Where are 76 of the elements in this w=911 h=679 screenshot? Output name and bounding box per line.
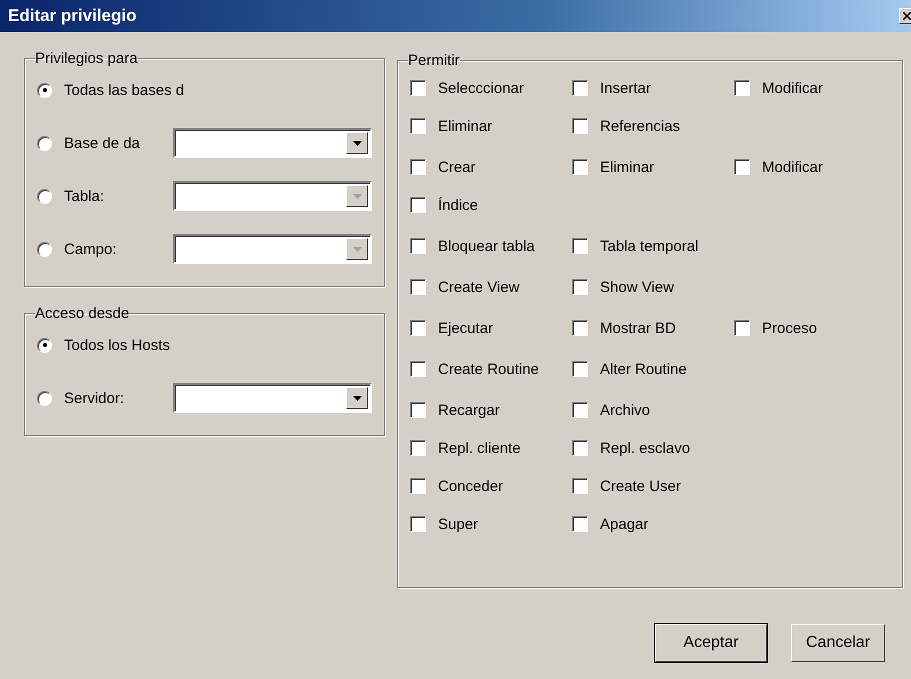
checkbox[interactable] bbox=[410, 516, 426, 532]
checkbox[interactable] bbox=[410, 118, 426, 134]
checkbox-option[interactable]: Create View bbox=[410, 272, 572, 302]
radio-option[interactable]: Servidor: bbox=[37, 390, 173, 406]
checkbox-option[interactable]: Alter Routine bbox=[572, 354, 734, 384]
checkbox-option[interactable]: Eliminar bbox=[572, 152, 734, 182]
checkbox[interactable] bbox=[410, 402, 426, 418]
checkbox-option[interactable]: Create User bbox=[572, 471, 734, 501]
checkbox[interactable] bbox=[572, 402, 588, 418]
radio-option[interactable]: Todas las bases d bbox=[37, 82, 184, 98]
checkbox-option[interactable]: Insertar bbox=[572, 73, 734, 103]
close-button[interactable] bbox=[899, 8, 911, 24]
close-icon bbox=[903, 12, 911, 20]
window-title: Editar privilegio bbox=[8, 6, 136, 26]
dropdown-field[interactable] bbox=[173, 383, 372, 413]
radio-option[interactable]: Base de da bbox=[37, 134, 173, 152]
checkbox-option[interactable]: Apagar bbox=[572, 509, 734, 539]
checkbox[interactable] bbox=[572, 80, 588, 96]
checkbox[interactable] bbox=[572, 320, 588, 336]
checkbox-option[interactable]: Eliminar bbox=[410, 111, 572, 141]
checkbox-option[interactable]: Create Routine bbox=[410, 354, 572, 384]
radio-button[interactable] bbox=[37, 390, 52, 406]
group-title: Privilegios para bbox=[35, 50, 138, 67]
checkbox[interactable] bbox=[572, 516, 588, 532]
checkbox[interactable] bbox=[572, 361, 588, 377]
checkbox-option[interactable]: Modificar bbox=[734, 152, 896, 182]
dialog-button[interactable]: Cancelar bbox=[791, 624, 885, 662]
checkbox[interactable] bbox=[572, 238, 588, 254]
group-title: Permitir bbox=[408, 52, 460, 69]
checkbox-option[interactable]: Super bbox=[410, 509, 572, 539]
checkbox-option[interactable]: Mostrar BD bbox=[572, 313, 734, 343]
checkbox-option[interactable]: Show View bbox=[572, 272, 734, 302]
checkbox[interactable] bbox=[410, 80, 426, 96]
radio-button[interactable] bbox=[37, 242, 52, 256]
radio-option[interactable]: Campo: bbox=[37, 240, 173, 258]
checkbox-option[interactable]: Archivo bbox=[572, 395, 734, 425]
checkbox[interactable] bbox=[410, 159, 426, 175]
checkbox-option[interactable]: Repl. esclavo bbox=[572, 433, 734, 463]
checkbox[interactable] bbox=[410, 478, 426, 494]
checkbox[interactable] bbox=[410, 238, 426, 254]
checkbox-option[interactable]: Tabla temporal bbox=[572, 231, 734, 261]
checkbox[interactable] bbox=[572, 478, 588, 494]
checkbox[interactable] bbox=[734, 320, 750, 336]
checkbox-option[interactable]: Modificar bbox=[734, 73, 896, 103]
radio-option[interactable]: Tabla: bbox=[37, 188, 173, 204]
radio-button[interactable] bbox=[37, 338, 52, 352]
checkbox[interactable] bbox=[410, 197, 426, 213]
checkbox[interactable] bbox=[572, 159, 588, 175]
checkbox-option[interactable]: Bloquear tabla bbox=[410, 231, 572, 261]
radio-button[interactable] bbox=[37, 136, 52, 150]
checkbox[interactable] bbox=[410, 361, 426, 377]
checkbox[interactable] bbox=[734, 80, 750, 96]
checkbox[interactable] bbox=[410, 320, 426, 336]
dropdown-field[interactable] bbox=[173, 234, 372, 264]
radio-option[interactable]: Todos los Hosts bbox=[37, 336, 173, 354]
dialog-button[interactable]: Aceptar bbox=[655, 624, 767, 662]
dropdown-field[interactable] bbox=[173, 128, 372, 158]
checkbox-option[interactable]: Crear bbox=[410, 152, 572, 182]
checkbox[interactable] bbox=[572, 279, 588, 295]
checkbox-option[interactable]: Selecccionar bbox=[410, 73, 572, 103]
checkbox-option[interactable]: Repl. cliente bbox=[410, 433, 572, 463]
checkbox-option[interactable]: Proceso bbox=[734, 313, 896, 343]
checkbox-option[interactable]: Referencias bbox=[572, 111, 734, 141]
checkbox[interactable] bbox=[572, 440, 588, 456]
checkbox[interactable] bbox=[410, 279, 426, 295]
checkbox[interactable] bbox=[410, 440, 426, 456]
checkbox-option[interactable]: Conceder bbox=[410, 471, 572, 501]
checkbox[interactable] bbox=[734, 159, 750, 175]
checkbox-option[interactable]: Índice bbox=[410, 190, 572, 220]
checkbox[interactable] bbox=[572, 118, 588, 134]
radio-button[interactable] bbox=[37, 82, 52, 98]
dropdown-field[interactable] bbox=[173, 181, 372, 211]
checkbox-option[interactable]: Recargar bbox=[410, 395, 572, 425]
radio-button[interactable] bbox=[37, 188, 52, 204]
group-title: Acceso desde bbox=[35, 305, 130, 322]
checkbox-option[interactable]: Ejecutar bbox=[410, 313, 572, 343]
